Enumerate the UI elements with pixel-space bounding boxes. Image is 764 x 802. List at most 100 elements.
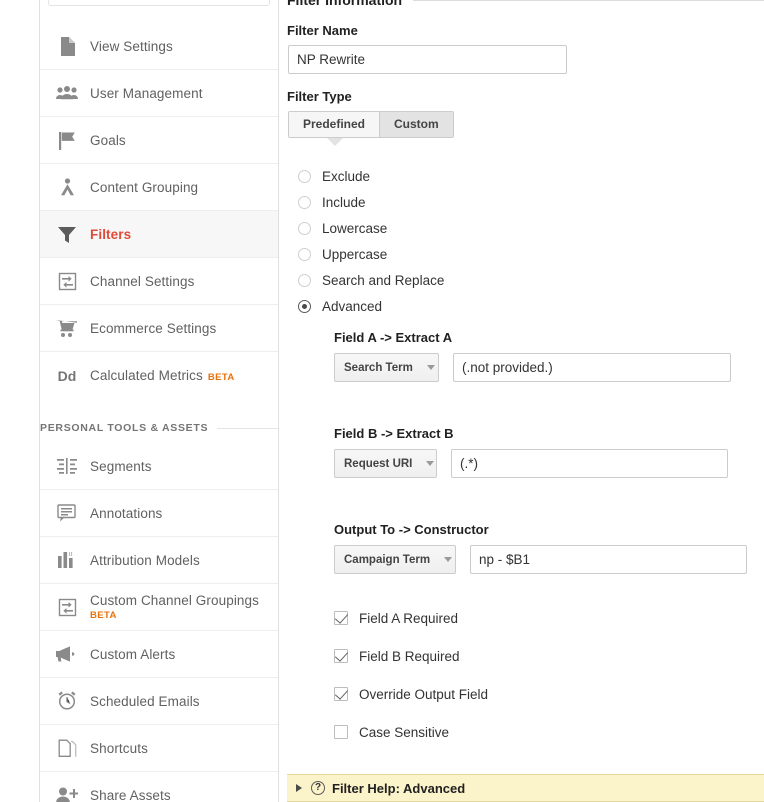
radio-label: Advanced xyxy=(322,298,383,314)
sidebar-item-filters[interactable]: Filters xyxy=(40,211,278,258)
sidebar-item-custom-channel-groupings[interactable]: Custom Channel Groupings BETA xyxy=(40,584,278,631)
tab-custom[interactable]: Custom xyxy=(379,112,453,137)
sidebar-item-label: View Settings xyxy=(90,38,173,54)
output-row: Campaign Term xyxy=(334,545,764,574)
chevron-down-icon xyxy=(426,365,435,370)
sidebar-item-user-management[interactable]: User Management xyxy=(40,70,278,117)
extract-a-input[interactable] xyxy=(453,353,731,382)
sidebar-item-label: Share Assets xyxy=(90,788,171,802)
annotation-icon xyxy=(50,504,84,522)
sidebar-item-segments[interactable]: Segments xyxy=(40,443,278,490)
radio-mark xyxy=(298,247,311,261)
sidebar-nav-list: View Settings User Management Goals Cont… xyxy=(40,0,278,802)
radio-label: Lowercase xyxy=(322,220,388,236)
field-a-select[interactable]: Search Term xyxy=(334,353,439,382)
sidebar-item-scheduled-emails[interactable]: Scheduled Emails xyxy=(40,678,278,725)
radio-mark xyxy=(298,195,311,209)
alarm-clock-icon xyxy=(50,691,84,711)
chevron-right-icon xyxy=(296,784,302,792)
segments-icon xyxy=(50,457,84,475)
sidebar-item-annotations[interactable]: Annotations xyxy=(40,490,278,537)
analytics-admin-screen: View Settings User Management Goals Cont… xyxy=(0,0,764,802)
radio-mark xyxy=(298,169,311,183)
radio-search-and-replace[interactable]: Search and Replace xyxy=(298,267,764,293)
sidebar-item-label: Calculated Metrics xyxy=(90,367,203,383)
tab-predefined[interactable]: Predefined xyxy=(289,112,380,137)
question-mark-icon: ? xyxy=(311,781,325,795)
radio-mark xyxy=(298,273,311,287)
person-add-icon xyxy=(50,787,84,802)
filter-type-tabs: Predefined Custom xyxy=(288,111,454,146)
radio-lowercase[interactable]: Lowercase xyxy=(298,215,764,241)
output-select-value: Campaign Term xyxy=(344,553,431,566)
filter-edit-panel: Filter Information Filter Name Filter Ty… xyxy=(279,0,764,802)
sidebar-item-label: Custom Alerts xyxy=(90,646,176,662)
admin-sidebar: View Settings User Management Goals Cont… xyxy=(0,0,279,802)
beta-badge: BETA xyxy=(207,371,235,383)
section-title: PERSONAL TOOLS & ASSETS xyxy=(40,422,209,434)
radio-mark xyxy=(298,299,311,313)
checkbox-field-a-required[interactable]: Field A Required xyxy=(334,599,764,637)
radio-advanced[interactable]: Advanced xyxy=(298,293,764,319)
checkbox-field-b-required[interactable]: Field B Required xyxy=(334,637,764,675)
flag-icon xyxy=(50,131,84,150)
radio-mark xyxy=(298,221,311,235)
section-divider xyxy=(217,427,278,429)
sidebar-item-share-assets[interactable]: Share Assets xyxy=(40,772,278,802)
radio-exclude[interactable]: Exclude xyxy=(298,163,764,189)
radio-label: Exclude xyxy=(322,168,371,184)
radio-label: Uppercase xyxy=(322,246,388,262)
sidebar-item-ecommerce-settings[interactable]: Ecommerce Settings xyxy=(40,305,278,352)
channel-settings-icon xyxy=(50,272,84,291)
sidebar-item-label: Custom Channel Groupings xyxy=(90,592,259,608)
filter-help-title: Filter Help: Advanced xyxy=(332,780,466,796)
checkbox-case-sensitive[interactable]: Case Sensitive xyxy=(334,713,764,751)
filter-type-label: Filter Type xyxy=(287,89,352,104)
filter-information-header: Filter Information xyxy=(287,0,764,8)
output-select[interactable]: Campaign Term xyxy=(334,545,456,574)
field-a-title: Field A -> Extract A xyxy=(334,330,453,345)
sidebar-item-goals[interactable]: Goals xyxy=(40,117,278,164)
funnel-icon xyxy=(50,225,84,244)
sidebar-item-label: Scheduled Emails xyxy=(90,693,200,709)
bar-chart-icon xyxy=(50,551,84,569)
sidebar-item-attribution-models[interactable]: Attribution Models xyxy=(40,537,278,584)
extract-b-input[interactable] xyxy=(451,449,728,478)
beta-badge: BETA xyxy=(90,609,117,621)
radio-label: Search and Replace xyxy=(322,272,445,288)
megaphone-icon xyxy=(50,646,84,662)
radio-uppercase[interactable]: Uppercase xyxy=(298,241,764,267)
constructor-input[interactable] xyxy=(470,545,747,574)
sidebar-item-custom-alerts[interactable]: Custom Alerts xyxy=(40,631,278,678)
sidebar-item-label: Goals xyxy=(90,132,126,148)
radio-include[interactable]: Include xyxy=(298,189,764,215)
check-mark xyxy=(334,649,348,663)
check-mark xyxy=(334,611,348,625)
output-title: Output To -> Constructor xyxy=(334,522,489,537)
sidebar-item-label: Annotations xyxy=(90,505,163,521)
filter-help-bar[interactable]: ? Filter Help: Advanced xyxy=(287,774,764,802)
filter-type-radio-group: Exclude Include Lowercase Uppercase Sear… xyxy=(287,163,764,319)
channel-settings-icon xyxy=(50,598,84,617)
advanced-checkbox-group: Field A Required Field B Required Overri… xyxy=(287,599,764,751)
page-title: Filter Information xyxy=(287,0,403,8)
sidebar-item-label: User Management xyxy=(90,85,203,101)
checkbox-override-output-field[interactable]: Override Output Field xyxy=(334,675,764,713)
sidebar-item-calculated-metrics[interactable]: Dd Calculated Metrics BETA xyxy=(40,352,278,399)
field-b-select-value: Request URI xyxy=(344,457,413,470)
sidebar-item-content-grouping[interactable]: Content Grouping xyxy=(40,164,278,211)
sidebar-item-channel-settings[interactable]: Channel Settings xyxy=(40,258,278,305)
sidebar-item-shortcuts[interactable]: Shortcuts xyxy=(40,725,278,772)
advanced-options: Field A -> Extract A Search Term Field B… xyxy=(287,330,764,574)
check-mark xyxy=(334,687,348,701)
field-b-title: Field B -> Extract B xyxy=(334,426,454,441)
checkbox-label: Override Output Field xyxy=(359,686,489,702)
sidebar-item-view-settings[interactable]: View Settings xyxy=(40,23,278,70)
dd-icon: Dd xyxy=(57,367,77,384)
sidebar-item-label: Shortcuts xyxy=(90,740,148,756)
field-b-row: Request URI xyxy=(334,449,764,478)
sidebar-item-label: Filters xyxy=(90,226,132,242)
filter-name-label: Filter Name xyxy=(287,23,358,38)
field-b-select[interactable]: Request URI xyxy=(334,449,437,478)
filter-name-input[interactable] xyxy=(288,45,567,74)
